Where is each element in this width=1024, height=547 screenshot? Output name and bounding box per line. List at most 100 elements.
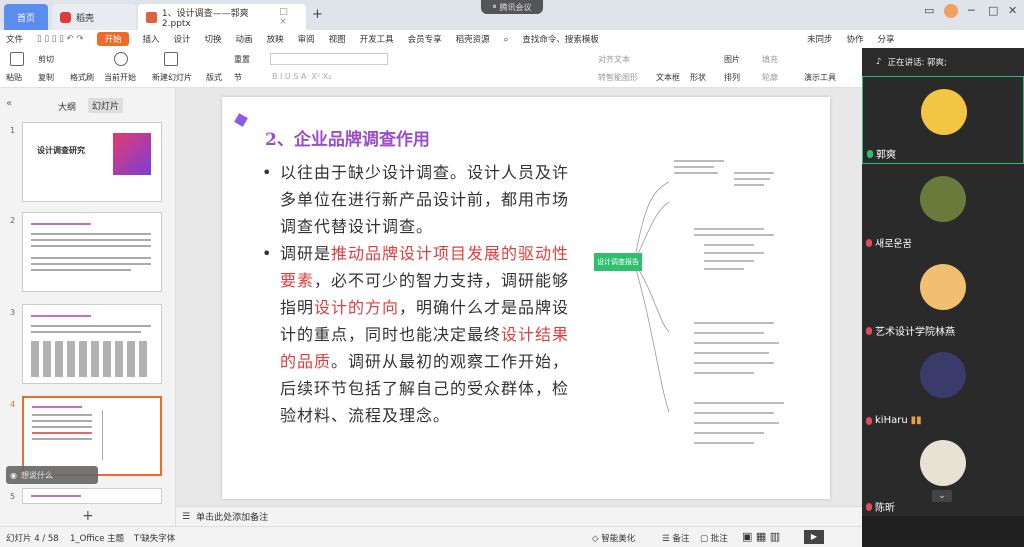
participant-tile[interactable]: kiHaru ▮▮ <box>862 340 1024 428</box>
presentation-tools-button[interactable]: 演示工具 <box>804 72 836 83</box>
comment-overlay[interactable]: ◉ 想说什么 <box>6 466 98 484</box>
beautify-button[interactable]: ◇ 智能美化 <box>592 532 635 544</box>
participant-tile[interactable]: 郭爽 <box>862 76 1024 164</box>
beautify-label: 智能美化 <box>601 534 636 544</box>
slide-thumbnail-2[interactable] <box>22 212 162 292</box>
menu-member[interactable]: 会员专享 <box>408 33 442 45</box>
menu-start[interactable]: 开始 <box>97 32 129 46</box>
menu-insert[interactable]: 插入 <box>143 33 160 45</box>
menu-transition[interactable]: 切换 <box>205 33 222 45</box>
menu-dev-tools[interactable]: 开发工具 <box>360 33 394 45</box>
chevron-down-icon[interactable]: ⌄ <box>932 490 952 502</box>
cut-button[interactable]: 剪切 <box>38 54 54 65</box>
collapse-panel-icon[interactable]: « <box>6 98 12 109</box>
new-slide-button[interactable]: 新建幻灯片 <box>152 72 192 83</box>
slide-number: 1 <box>10 126 16 135</box>
paste-button[interactable]: 粘贴 <box>6 72 22 83</box>
textbox-button[interactable]: 文本框 <box>656 72 680 83</box>
outline-button[interactable]: 轮廓 <box>762 72 778 83</box>
menu-docer[interactable]: 稻壳资源 <box>456 33 490 45</box>
missing-font-button[interactable]: T⁾缺失字体 <box>134 532 175 544</box>
menu-review[interactable]: 审阅 <box>298 33 315 45</box>
sync-status[interactable]: 未同步 <box>807 33 833 45</box>
menu-design[interactable]: 设计 <box>174 33 191 45</box>
maximize-icon[interactable]: □ <box>988 4 998 17</box>
quick-tools-icon[interactable]: ▯ ▯ ▯ ▯ ↶ ↷ <box>37 34 83 44</box>
play-icon[interactable] <box>114 52 128 66</box>
share-button[interactable]: 分享 <box>877 33 894 45</box>
new-slide-icon[interactable] <box>164 52 178 66</box>
tab-document[interactable]: 1、设计调查——郭爽 2.pptx □ × <box>138 4 306 30</box>
mic-on-icon <box>867 149 873 158</box>
menu-slideshow[interactable]: 放映 <box>267 33 284 45</box>
play-slideshow-icon[interactable]: ▶ <box>804 530 824 544</box>
slide-title[interactable]: 2、企业品牌调查作用 <box>265 125 430 150</box>
start-from-current-button[interactable]: 当前开始 <box>104 72 136 83</box>
menu-view[interactable]: 视图 <box>329 33 346 45</box>
cube-bullet-icon <box>234 113 248 127</box>
slide-number: 5 <box>10 492 16 501</box>
menu-file[interactable]: 文件 <box>6 33 23 45</box>
slide-thumbnail-5[interactable] <box>22 488 162 504</box>
copy-button[interactable]: 复制 <box>38 72 54 83</box>
meeting-pill[interactable]: ⏸ 腾讯会议 <box>481 0 543 14</box>
speaking-indicator: ♪ 正在讲话: 郭爽; <box>862 48 1024 76</box>
slide-thumbnail-3[interactable] <box>22 304 162 384</box>
participant-tile[interactable]: 새로운꿈 <box>862 164 1024 252</box>
tab-outline[interactable]: 大纲 <box>58 100 76 113</box>
fill-button[interactable]: 填充 <box>762 54 778 65</box>
participant-name: 새로운꿈 <box>866 235 912 250</box>
signal-icon: ▮▮ <box>910 415 922 426</box>
close-window-icon[interactable]: ✕ <box>1008 4 1017 17</box>
paste-icon[interactable] <box>10 52 24 66</box>
slide-number: 4 <box>10 400 16 409</box>
close-tab-icon[interactable]: □ × <box>279 7 298 27</box>
mindmap-image[interactable]: 设计调查报告 <box>594 152 794 452</box>
comments-button[interactable]: ▢ 批注 <box>700 532 728 544</box>
menu-bar: 文件 ▯ ▯ ▯ ▯ ↶ ↷ 开始 插入 设计 切换 动画 放映 审阅 视图 开… <box>0 30 1024 48</box>
user-avatar[interactable] <box>944 4 958 18</box>
slide-body[interactable]: 以往由于缺少设计调查。设计人员及许多单位在进行新产品设计前，都用市场调查代替设计… <box>260 159 578 429</box>
smart-art-button[interactable]: 转智能图形 <box>598 72 638 83</box>
font-family-select[interactable] <box>270 53 388 65</box>
participant-name: 郭爽 <box>867 146 896 161</box>
font-format-group[interactable]: B I U S A· X² X₂ <box>272 72 331 81</box>
notes-placeholder: 单击此处添加备注 <box>196 513 269 523</box>
arrange-button[interactable]: 排列 <box>724 72 740 83</box>
slide-canvas: 2、企业品牌调查作用 以往由于缺少设计调查。设计人员及许多单位在进行新产品设计前… <box>176 88 862 506</box>
para2-text: 调研是 <box>280 244 332 263</box>
notes-toggle-button[interactable]: ☰ 备注 <box>662 532 689 544</box>
tab-slides[interactable]: 幻灯片 <box>88 98 124 113</box>
participant-tile[interactable]: 艺术设计学院林燕 <box>862 252 1024 340</box>
comment-overlay-label: 想说什么 <box>20 470 53 480</box>
beautify-icon: ◇ <box>592 534 602 544</box>
minimize-icon[interactable]: ─ <box>968 4 975 17</box>
picture-button[interactable]: 图片 <box>724 54 740 65</box>
collaborate-button[interactable]: 协作 <box>846 33 863 45</box>
layout-icon[interactable]: ▭ <box>924 4 934 17</box>
comments-icon: ▢ <box>700 534 711 544</box>
participant-name-text: 艺术设计学院林燕 <box>875 327 955 338</box>
add-slide-icon[interactable]: + <box>82 508 94 524</box>
slide-thumbnail-1[interactable]: 设计调查研究 <box>22 122 162 202</box>
thumb-logo-grid <box>31 341 151 377</box>
section-button[interactable]: 节 <box>234 72 242 83</box>
slide-thumbnail-4[interactable] <box>22 396 162 476</box>
participant-tile[interactable]: ⌄ 陈昕 <box>862 428 1024 516</box>
participant-name-text: 郭爽 <box>876 150 896 161</box>
menu-animation[interactable]: 动画 <box>236 33 253 45</box>
tab-wps[interactable]: 稻壳 <box>52 4 136 30</box>
comments-label: 批注 <box>710 534 728 544</box>
new-tab-icon[interactable]: + <box>312 7 323 22</box>
tab-home[interactable]: 首页 <box>4 4 48 30</box>
align-text-button[interactable]: 对齐文本 <box>598 54 630 65</box>
view-mode-icons[interactable]: ▣ ▦ ▥ <box>742 530 780 543</box>
layout-button[interactable]: 版式 <box>206 72 222 83</box>
participant-name-text: kiHaru <box>875 415 908 426</box>
search-commands[interactable]: ⌕ 查找命令、搜索模板 <box>504 33 613 45</box>
reset-button[interactable]: 重置 <box>234 54 250 65</box>
notes-area[interactable]: ☰ 单击此处添加备注 <box>176 506 862 526</box>
shape-button[interactable]: 形状 <box>690 72 706 83</box>
current-slide[interactable]: 2、企业品牌调查作用 以往由于缺少设计调查。设计人员及许多单位在进行新产品设计前… <box>222 97 830 499</box>
format-painter-button[interactable]: 格式刷 <box>70 72 94 83</box>
